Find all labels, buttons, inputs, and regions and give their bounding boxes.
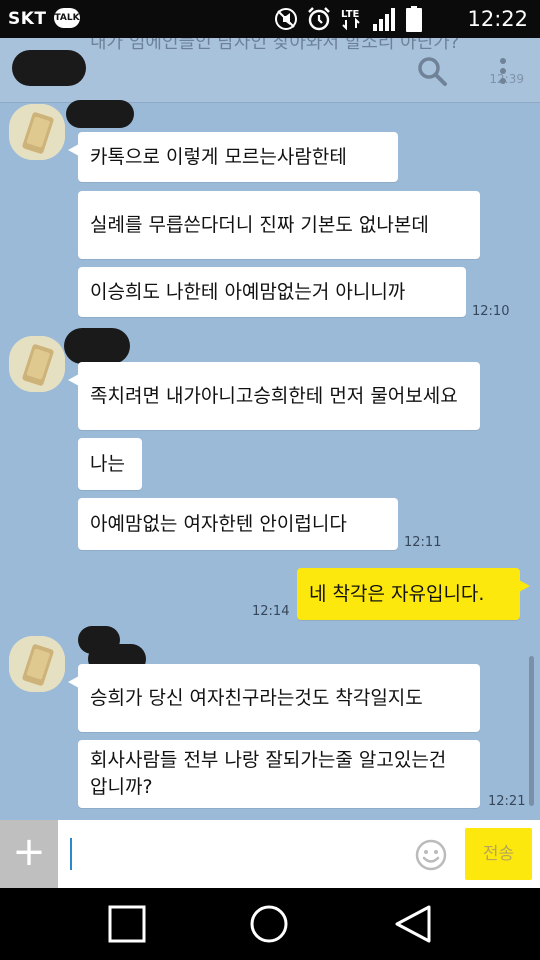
carrier-label: SKT (8, 9, 47, 29)
message-bubble[interactable]: 승희가 당신 여자친구라는것도 착각일지도 (68, 664, 480, 732)
message-time: 12:11 (404, 535, 442, 550)
message-time: 12:21 (488, 794, 526, 809)
message-text: 나는 (90, 452, 125, 475)
plus-button[interactable]: + (0, 820, 58, 888)
status-time: 12:22 (467, 7, 528, 31)
message-text: 카톡으로 이렇게 모르는사람한테 (90, 145, 347, 168)
send-button[interactable]: 전송 (465, 828, 532, 880)
message-input-cursor[interactable] (70, 838, 72, 870)
back-icon[interactable] (391, 902, 435, 946)
message-text: 아예맘없는 여자한텐 안이럽니다 (90, 512, 347, 535)
message-bubble[interactable]: 실례를 무릅쓴다더니 진짜 기본도 없나본데 (78, 191, 480, 259)
redacted-chat-name (12, 50, 86, 86)
recent-apps-icon[interactable] (105, 902, 149, 946)
message-time: 12:14 (252, 604, 290, 619)
emoji-icon[interactable] (414, 838, 448, 872)
message-bubble[interactable]: 회사사람들 전부 나랑 잘되가는줄 알고있는건 압니까? (78, 740, 480, 808)
mute-icon (275, 8, 297, 30)
navigation-bar (0, 888, 540, 960)
redacted-sender-name (64, 328, 130, 364)
alarm-icon (308, 7, 330, 31)
signal-icon (373, 8, 395, 31)
message-bubble[interactable]: 아예맘없는 여자한텐 안이럽니다 (78, 498, 398, 550)
more-icon[interactable] (496, 54, 510, 88)
message-bubble[interactable]: 나는 (78, 438, 142, 490)
avatar[interactable] (9, 336, 65, 392)
message-bubble[interactable]: 이승희도 나한테 아예맘없는거 아니니까 (78, 267, 466, 317)
message-text: 승희가 당신 여자친구라는것도 착각일지도 (90, 686, 423, 709)
avatar[interactable] (9, 636, 65, 692)
profile-photo (9, 336, 65, 392)
chat-header: 내가 임에인들인 담자인 찾아와서 할소리 아닌가? 12:39 (0, 38, 540, 103)
status-bar: SKT TALK LTE 12:22 (0, 0, 540, 38)
profile-photo (9, 636, 65, 692)
message-text: 이승희도 나한테 아예맘없는거 아니니까 (90, 280, 406, 303)
pinned-message-preview[interactable]: 내가 임에인들인 담자인 찾아와서 할소리 아닌가? (90, 38, 460, 56)
message-text: 네 착각은 자유입니다. (309, 582, 485, 605)
message-text: 실례를 무릅쓴다더니 진짜 기본도 없나본데 (90, 213, 429, 236)
my-message-bubble[interactable]: 네 착각은 자유입니다. (297, 568, 530, 620)
plus-icon: + (12, 829, 46, 875)
message-text: 족치려면 내가아니고승희한테 먼저 물어보세요 (90, 384, 458, 407)
message-bubble[interactable]: 카톡으로 이렇게 모르는사람한테 (68, 132, 398, 182)
home-icon[interactable] (247, 902, 291, 946)
input-bar: + 전송 (0, 820, 540, 888)
svg-text:LTE: LTE (341, 9, 360, 20)
lte-icon: LTE (341, 9, 360, 31)
avatar[interactable] (9, 104, 65, 160)
message-bubble[interactable]: 족치려면 내가아니고승희한테 먼저 물어보세요 (68, 362, 480, 430)
redacted-sender-name (66, 100, 134, 128)
search-icon[interactable] (416, 55, 448, 87)
message-time: 12:10 (472, 304, 510, 319)
message-text: 회사사람들 전부 나랑 잘되가는줄 알고있는건 압니까? (90, 749, 447, 798)
talk-notification-icon: TALK (54, 8, 80, 28)
scrollbar[interactable] (529, 656, 534, 806)
battery-icon (406, 6, 422, 32)
chat-area[interactable]: 내가 임에인들인 담자인 찾아와서 할소리 아닌가? 12:39 카톡으로 이렇… (0, 38, 540, 820)
profile-photo (9, 104, 65, 160)
status-icons: LTE (274, 6, 422, 32)
